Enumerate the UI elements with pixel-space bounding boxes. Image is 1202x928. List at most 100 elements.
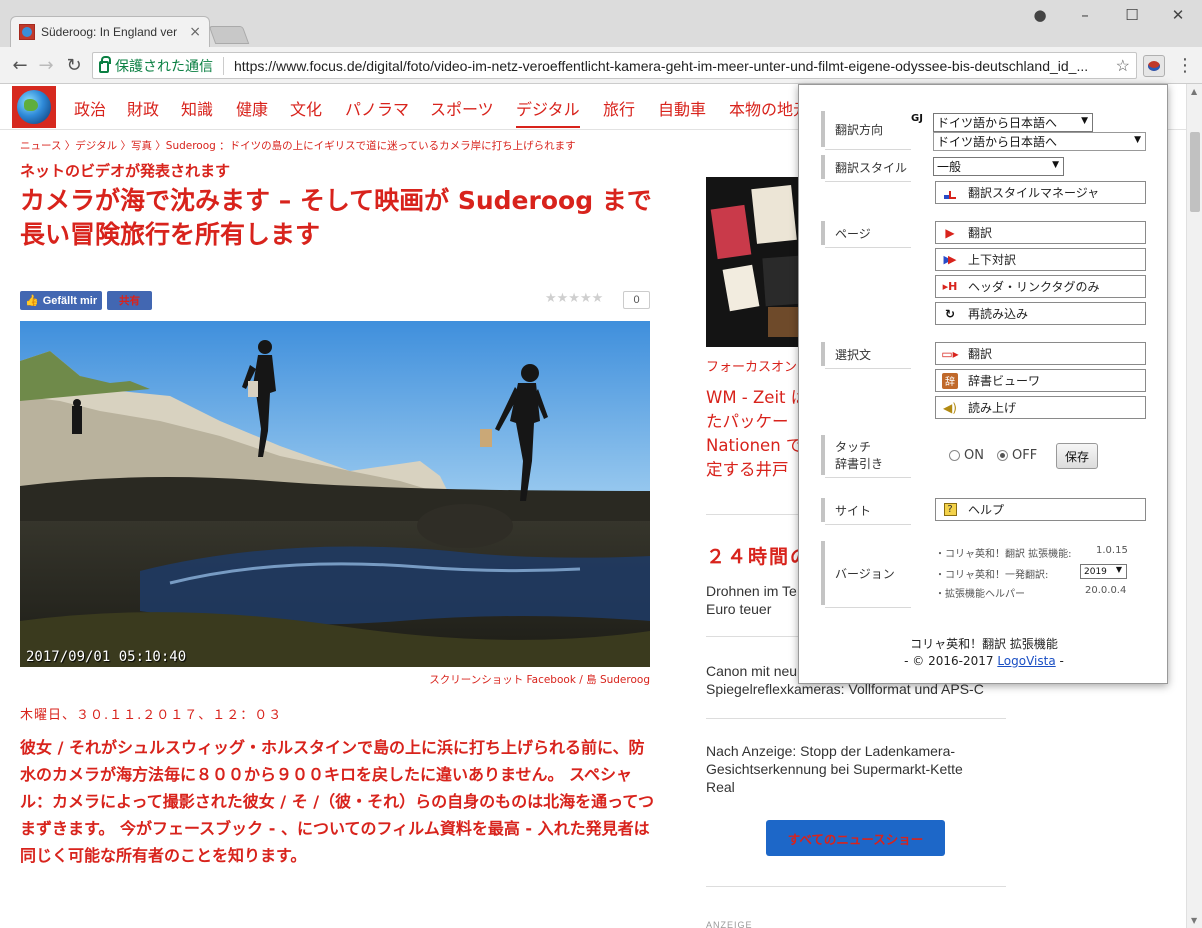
help-icon: ? [942,502,958,518]
article-lead: 彼女 / それがシュルスウィッグ・ホルスタインで島の上に浜に打ち上げられる前に、… [20,738,654,865]
forward-icon[interactable]: → [34,54,58,78]
section-24h-title: ２４時間の [706,546,812,568]
nav-item-auto[interactable]: 自動車 [658,96,706,120]
scroll-thumb[interactable] [1190,132,1200,212]
browser-titlebar: Süderoog: In England ver × ● – ☐ ✕ [0,0,1202,47]
direction-option-label: ドイツ語から日本語へ [937,135,1058,149]
version-oneshot-name: ・コリャ英和！一発翻訳: [935,570,1049,581]
direction-select[interactable]: ドイツ語から日本語へ ▼ [933,113,1093,132]
logovista-link[interactable]: LogoVista [997,654,1055,668]
version-oneshot-value: 2019 [1084,566,1107,577]
nav-item-culture[interactable]: 文化 [290,96,322,120]
nav-item-local[interactable]: 本物の地元 [729,96,809,120]
browser-tab[interactable]: Süderoog: In England ver × [10,16,210,47]
nav-item-politics[interactable]: 政治 [74,96,106,120]
promo-title[interactable]: WM - Zeit は たパッケー Nationen で 定する井戸 [706,386,807,482]
scroll-up-icon[interactable]: ▲ [1191,87,1197,96]
version-label: バージョン [821,541,911,608]
selection-play-icon: ▭▸ [941,346,959,361]
version-extension-value: 1.0.15 [1096,545,1128,556]
direction-selected: ドイツ語から日本語へ [937,116,1058,130]
new-tab-button[interactable] [208,26,250,44]
article-photo[interactable]: 2017/09/01 05:10:40 [20,321,650,667]
ad-label: ANZEIGE [706,920,753,928]
style-selected: 一般 [937,160,962,174]
url-separator [223,56,224,75]
style-manager-button[interactable]: 翻訳スタイルマネージャ [935,181,1146,204]
divider [706,886,1006,887]
page-parallel-label: 上下対訳 [968,253,1017,267]
radio-on-label: ON [964,448,984,463]
facebook-like-button[interactable]: 👍 Gefällt mir [20,291,102,310]
promo-label[interactable]: フォーカスオン [706,356,797,375]
article-headline: カメラが海で沈みます – そして映画が Suderoog まで長い冒険旅行を所有… [20,186,652,249]
dictionary-viewer-label: 辞書ビューワ [968,374,1041,388]
rating-stars[interactable]: ★★★★★ [545,291,603,306]
lock-icon [99,56,111,73]
dropdown-arrow-icon: ▼ [1081,116,1088,126]
nav-item-panorama[interactable]: パノラマ [345,96,409,120]
photo-timestamp: 2017/09/01 05:10:40 [26,649,187,665]
page-reload-button[interactable]: ↻ 再読み込み [935,302,1146,325]
copyright-suffix: - [1055,654,1064,668]
version-oneshot-select[interactable]: 2019 ▼ [1080,564,1127,579]
page-parallel-button[interactable]: ▶ ▶ 上下対訳 [935,248,1146,271]
nav-item-health[interactable]: 健康 [236,96,268,120]
touch-dictionary-label: タッチ 辞書引き [821,435,911,478]
nav-item-travel[interactable]: 旅行 [603,96,635,120]
share-row: 👍 Gefällt mir 共有 ★★★★★ 0 [20,291,650,311]
profile-icon[interactable]: ● [1030,6,1050,24]
minimize-icon[interactable]: – [1075,6,1095,24]
photo-caption: スクリーンショット Facebook / 島 Suderoog [429,674,650,686]
read-aloud-button[interactable]: ◀) 読み上げ [935,396,1146,419]
page-scrollbar[interactable]: ▲ ▼ [1186,84,1202,928]
bookmark-star-icon[interactable]: ☆ [1116,56,1130,76]
reload-icon[interactable]: ↻ [62,54,86,78]
header-tag-icon: ▸ H [942,280,958,293]
direction-option[interactable]: ドイツ語から日本語へ ▼ [933,132,1146,151]
style-select[interactable]: 一般 ▼ [933,157,1064,176]
menu-kebab-icon[interactable]: ⋮ [1176,55,1194,77]
facebook-share-button[interactable]: 共有 [107,291,152,310]
radio-off-label: OFF [1012,448,1038,463]
copyright-prefix: - © 2016-2017 [904,654,998,668]
url-text[interactable]: https://www.focus.de/digital/foto/video-… [234,58,1110,74]
touch-label-line2: 辞書引き [835,457,884,471]
selection-label: 選択文 [821,342,911,369]
address-bar[interactable]: 保護された通信 https://www.focus.de/digital/fot… [92,52,1137,79]
direction-label: 翻訳方向 [821,111,911,150]
back-icon[interactable]: ← [8,54,32,78]
version-extension-name: ・コリャ英和！翻訳 拡張機能: [935,549,1072,560]
dictionary-viewer-button[interactable]: 辞 辞書ビューワ [935,369,1146,392]
breadcrumb[interactable]: ニュース 〉デジタル 〉写真 〉Suderoog ：ドイツの島の上にイギリスで道… [20,138,576,153]
secure-label: 保護された通信 [115,57,213,74]
close-tab-icon[interactable]: × [189,24,201,40]
like-label: Gefällt mir [42,294,98,307]
nav-item-finance[interactable]: 財政 [127,96,159,120]
translator-extension-icon[interactable] [1143,55,1165,77]
divider [706,718,1006,719]
nav-item-sports[interactable]: スポーツ [430,96,494,120]
help-button[interactable]: ? ヘルプ [935,498,1146,521]
news-item-1[interactable]: Drohnen im Te Euro teuer [706,582,797,618]
page-header-links-button[interactable]: ▸ H ヘッダ・リンクタグのみ [935,275,1146,298]
footer-copyright: - © 2016-2017 LogoVista - [799,654,1169,668]
page-translate-button[interactable]: ▶ 翻訳 [935,221,1146,244]
radio-dot [949,450,960,461]
save-button[interactable]: 保存 [1056,443,1098,469]
maximize-icon[interactable]: ☐ [1122,6,1142,24]
touch-on-radio[interactable]: ON [949,448,984,463]
nav-item-digital[interactable]: デジタル [516,96,580,128]
scroll-down-icon[interactable]: ▼ [1191,916,1197,925]
nav-item-knowledge[interactable]: 知識 [181,96,213,120]
thumbs-up-icon: 👍 [25,295,39,307]
news-item-3[interactable]: Nach Anzeige: Stopp der Ladenkamera- Ges… [706,742,963,796]
page-header-links-label: ヘッダ・リンクタグのみ [968,280,1100,294]
close-window-icon[interactable]: ✕ [1168,6,1188,24]
touch-off-radio[interactable]: OFF [997,448,1037,463]
all-news-button[interactable]: すべてのニュースショー [766,820,945,856]
promo-image[interactable] [706,177,806,347]
article-dateline: 木曜日、３０.１１.２０１７、１２：０３ [20,708,283,723]
focus-logo[interactable] [12,86,56,128]
selection-translate-button[interactable]: ▭▸ 翻訳 [935,342,1146,365]
